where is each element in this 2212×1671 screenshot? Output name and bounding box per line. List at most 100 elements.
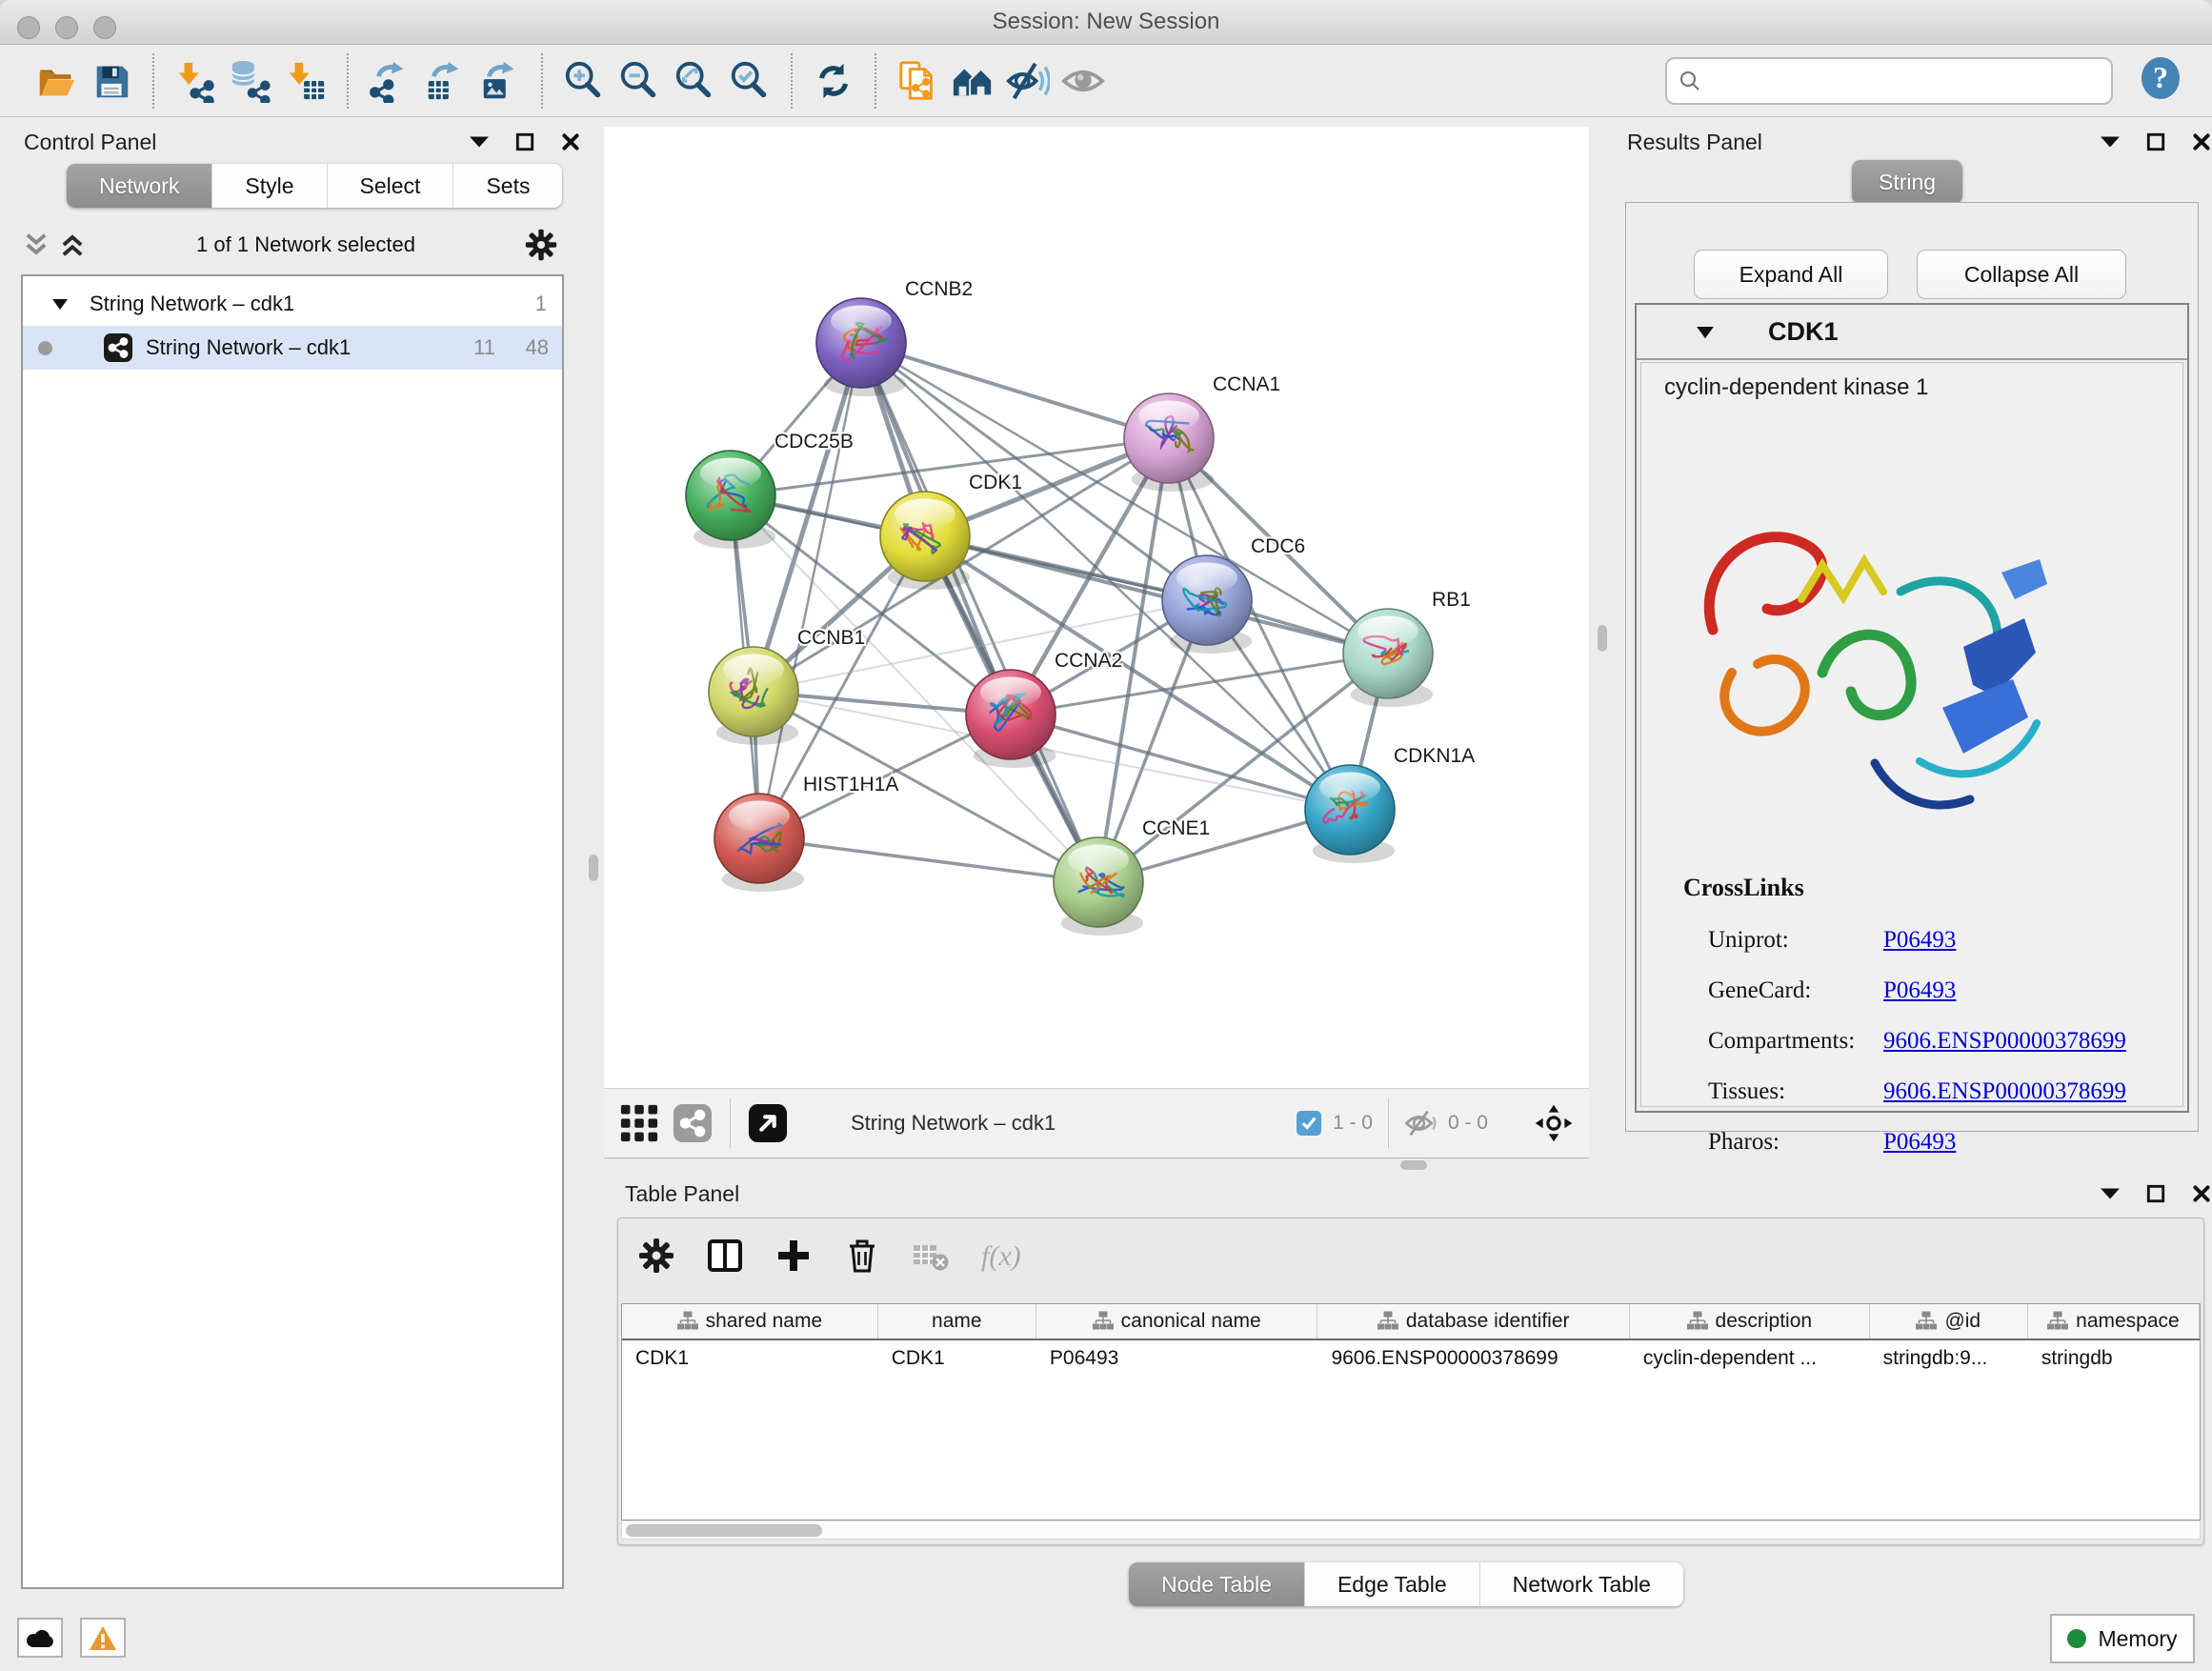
zoom-out-icon[interactable] [612,50,667,111]
crosslink-link[interactable]: 9606.ENSP00000378699 [1883,1028,2126,1055]
table-gear-icon[interactable] [636,1236,676,1276]
collapse-all-button[interactable]: Collapse All [1917,250,2126,299]
tab-select[interactable]: Select [327,164,453,208]
network-node-cdk1[interactable]: CDK1 [880,472,1022,590]
network-edge[interactable] [759,838,1098,882]
network-node-ccna1[interactable]: CCNA1 [1124,373,1280,492]
expand-tree-icon[interactable] [21,231,51,259]
network-node-hist1h1a[interactable]: HIST1H1A [714,774,898,892]
import-network-database-icon[interactable] [223,50,278,111]
column-header-namespace[interactable]: namespace [2028,1304,2200,1339]
table-cell[interactable]: cyclin-dependent ... [1630,1340,1870,1377]
bottom-splitter-handle[interactable] [1400,1160,1427,1170]
expand-all-button[interactable]: Expand All [1694,250,1888,299]
network-graph[interactable]: CCNB2CCNA1CDC25BCDK1CDC6RB1CCNB1CCNA2CDK… [604,127,1589,1088]
protein-card-header[interactable]: CDK1 [1637,305,2187,360]
table-cell[interactable]: CDK1 [878,1340,1036,1377]
delete-column-icon[interactable] [842,1236,882,1276]
collapse-tree-icon[interactable] [57,231,88,259]
selected-nodes-checkbox[interactable] [1297,1111,1321,1136]
eye-icon[interactable] [1056,50,1111,111]
zoom-selected-icon[interactable] [722,50,777,111]
warnings-button[interactable] [80,1618,126,1658]
crosslink-link[interactable]: P06493 [1883,977,1956,1004]
tab-sets[interactable]: Sets [452,164,562,208]
search-input[interactable] [1711,68,2100,94]
show-columns-icon[interactable] [705,1236,745,1276]
zoom-fit-icon[interactable] [667,50,722,111]
share-view-button[interactable] [671,1101,714,1145]
cloud-status-button[interactable] [17,1618,63,1658]
search-box[interactable] [1665,57,2113,105]
export-table-icon[interactable] [417,50,473,111]
collection-expander-icon[interactable] [51,296,69,312]
crosslink-link[interactable]: 9606.ENSP00000378699 [1883,1078,2126,1105]
refresh-view-icon[interactable] [806,50,861,111]
panel-menu-icon[interactable] [469,131,490,152]
tab-edge-table[interactable]: Edge Table [1304,1562,1479,1606]
open-network-window-button[interactable] [746,1101,790,1145]
left-splitter-handle[interactable] [589,855,598,881]
column-header-shared-name[interactable]: shared name [622,1304,878,1339]
table-cell[interactable]: P06493 [1036,1340,1318,1377]
zoom-in-icon[interactable] [556,50,612,111]
node-table[interactable]: shared namenamecanonical namedatabase id… [621,1303,2201,1520]
float-panel-icon[interactable] [2145,1183,2166,1204]
table-cell[interactable]: stringdb:9... [1870,1340,2028,1377]
birds-eye-view-icon[interactable] [1532,1101,1576,1145]
float-panel-icon[interactable] [2145,131,2166,152]
close-panel-icon[interactable] [560,131,581,152]
tab-network-table[interactable]: Network Table [1479,1562,1683,1606]
table-row[interactable]: CDK1CDK1P064939606.ENSP00000378699cyclin… [622,1340,2200,1377]
crosslink-link[interactable]: P06493 [1883,1129,1956,1156]
column-header-name[interactable]: name [878,1304,1036,1339]
close-panel-icon[interactable] [2191,131,2212,152]
network-edge[interactable] [925,536,1388,654]
string-document-icon[interactable] [890,50,945,111]
network-node-cdc6[interactable]: CDC6 [1162,535,1305,654]
network-edges[interactable] [731,343,1388,882]
card-expander-icon[interactable] [1696,324,1715,340]
column-header-canonical-name[interactable]: canonical name [1036,1304,1318,1339]
table-cell[interactable]: stringdb [2028,1340,2200,1377]
save-session-icon[interactable] [84,50,139,111]
hidden-eye-slash-icon[interactable] [1404,1109,1438,1137]
grid-view-icon[interactable] [617,1101,661,1145]
tab-string[interactable]: String [1852,160,1962,204]
network-edge[interactable] [861,343,1098,882]
tree-options-gear-icon[interactable] [524,228,558,262]
import-table-icon[interactable] [278,50,333,111]
float-panel-icon[interactable] [514,131,535,152]
column-header-at-id[interactable]: @id [1870,1304,2028,1339]
network-node-ccnb2[interactable]: CCNB2 [816,278,973,396]
add-column-icon[interactable] [774,1236,814,1276]
network-node-cdkn1a[interactable]: CDKN1A [1305,745,1475,863]
network-collection-row[interactable]: String Network – cdk1 1 [23,282,562,326]
table-horizontal-scrollbar[interactable] [621,1520,2201,1540]
close-panel-icon[interactable] [2191,1183,2212,1204]
tab-network[interactable]: Network [67,164,211,208]
column-header-database-identifier[interactable]: database identifier [1317,1304,1629,1339]
export-network-icon[interactable] [362,50,417,111]
memory-button[interactable]: Memory [2050,1614,2195,1663]
scrollbar-thumb[interactable] [626,1524,822,1537]
tab-node-table[interactable]: Node Table [1129,1562,1304,1606]
help-button[interactable]: ? [2138,55,2183,106]
open-session-icon[interactable] [29,50,84,111]
right-splitter-handle[interactable] [1598,625,1607,652]
network-canvas[interactable]: CCNB2CCNA1CDC25BCDK1CDC6RB1CCNB1CCNA2CDK… [604,127,1589,1088]
houses-icon[interactable] [945,50,1000,111]
panel-menu-icon[interactable] [2100,1183,2121,1204]
export-image-icon[interactable] [473,50,528,111]
table-cell[interactable]: 9606.ENSP00000378699 [1317,1340,1629,1377]
tab-style[interactable]: Style [211,164,326,208]
table-cell[interactable]: CDK1 [622,1340,878,1377]
network-row[interactable]: String Network – cdk1 11 48 [23,326,562,370]
network-edge[interactable] [861,343,1169,438]
crosslink-link[interactable]: P06493 [1883,927,1956,954]
column-header-description[interactable]: description [1630,1304,1870,1339]
eye-slash-icon[interactable] [1000,50,1056,111]
panel-menu-icon[interactable] [2100,131,2121,152]
network-edge[interactable] [759,343,861,838]
network-node-rb1[interactable]: RB1 [1343,589,1471,707]
